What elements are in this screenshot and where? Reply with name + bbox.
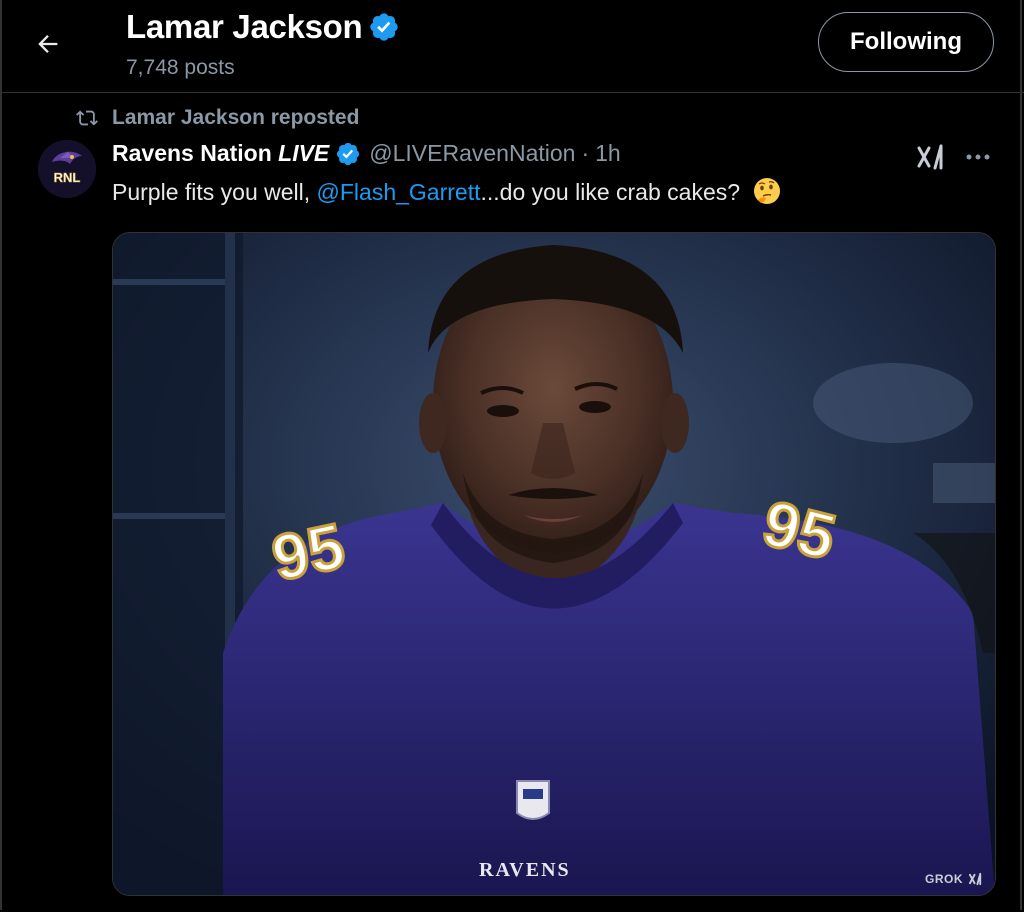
back-arrow-icon <box>38 35 58 53</box>
profile-name: Lamar Jackson <box>126 8 363 45</box>
repost-indicator: Lamar Jackson reposted <box>76 106 359 130</box>
grok-watermark-text: GROK <box>925 872 963 886</box>
profile-header: Lamar Jackson 7,748 posts Following <box>0 0 1024 93</box>
separator-dot: · <box>581 140 590 166</box>
back-button[interactable] <box>26 22 70 66</box>
more-icon[interactable] <box>958 140 998 174</box>
post-header: Ravens Nation LIVE @LIVERavenNation · 1h <box>112 140 621 167</box>
verified-icon <box>335 141 361 167</box>
grok-watermark-icon <box>968 872 982 886</box>
post-media-image[interactable]: 95 95 RAVENS GROK <box>112 232 996 896</box>
post-text-before: Purple fits you well, <box>112 179 317 205</box>
profile-title-row: Lamar Jackson <box>126 8 400 46</box>
author-name[interactable]: Ravens Nation LIVE <box>112 140 329 167</box>
author-handle[interactable]: @LIVERavenNation <box>369 140 575 167</box>
post-text-after: ...do you like crab cakes? <box>480 179 741 205</box>
post-time[interactable]: 1h <box>595 140 621 167</box>
following-button[interactable]: Following <box>818 12 994 72</box>
grok-watermark: GROK <box>925 871 985 887</box>
mention-link[interactable]: @Flash_Garrett <box>317 179 481 205</box>
jersey-number-left: 95 <box>266 509 351 594</box>
author-avatar[interactable]: RNL <box>38 140 96 198</box>
ravens-wordmark: RAVENS <box>479 859 571 881</box>
post-text: Purple fits you well, @Flash_Garrett...d… <box>112 176 782 206</box>
repost-label[interactable]: Lamar Jackson reposted <box>112 106 359 130</box>
author-name-text: Ravens Nation <box>112 140 272 166</box>
posts-count: 7,748 posts <box>126 56 235 79</box>
avatar-text: RNL <box>54 170 81 185</box>
player-photo: 95 95 <box>113 233 995 895</box>
author-suffix: LIVE <box>278 140 330 166</box>
grok-icon[interactable] <box>915 140 949 174</box>
verified-icon <box>368 11 400 43</box>
repost-icon <box>76 110 98 126</box>
thinking-emoji-icon <box>752 176 782 206</box>
